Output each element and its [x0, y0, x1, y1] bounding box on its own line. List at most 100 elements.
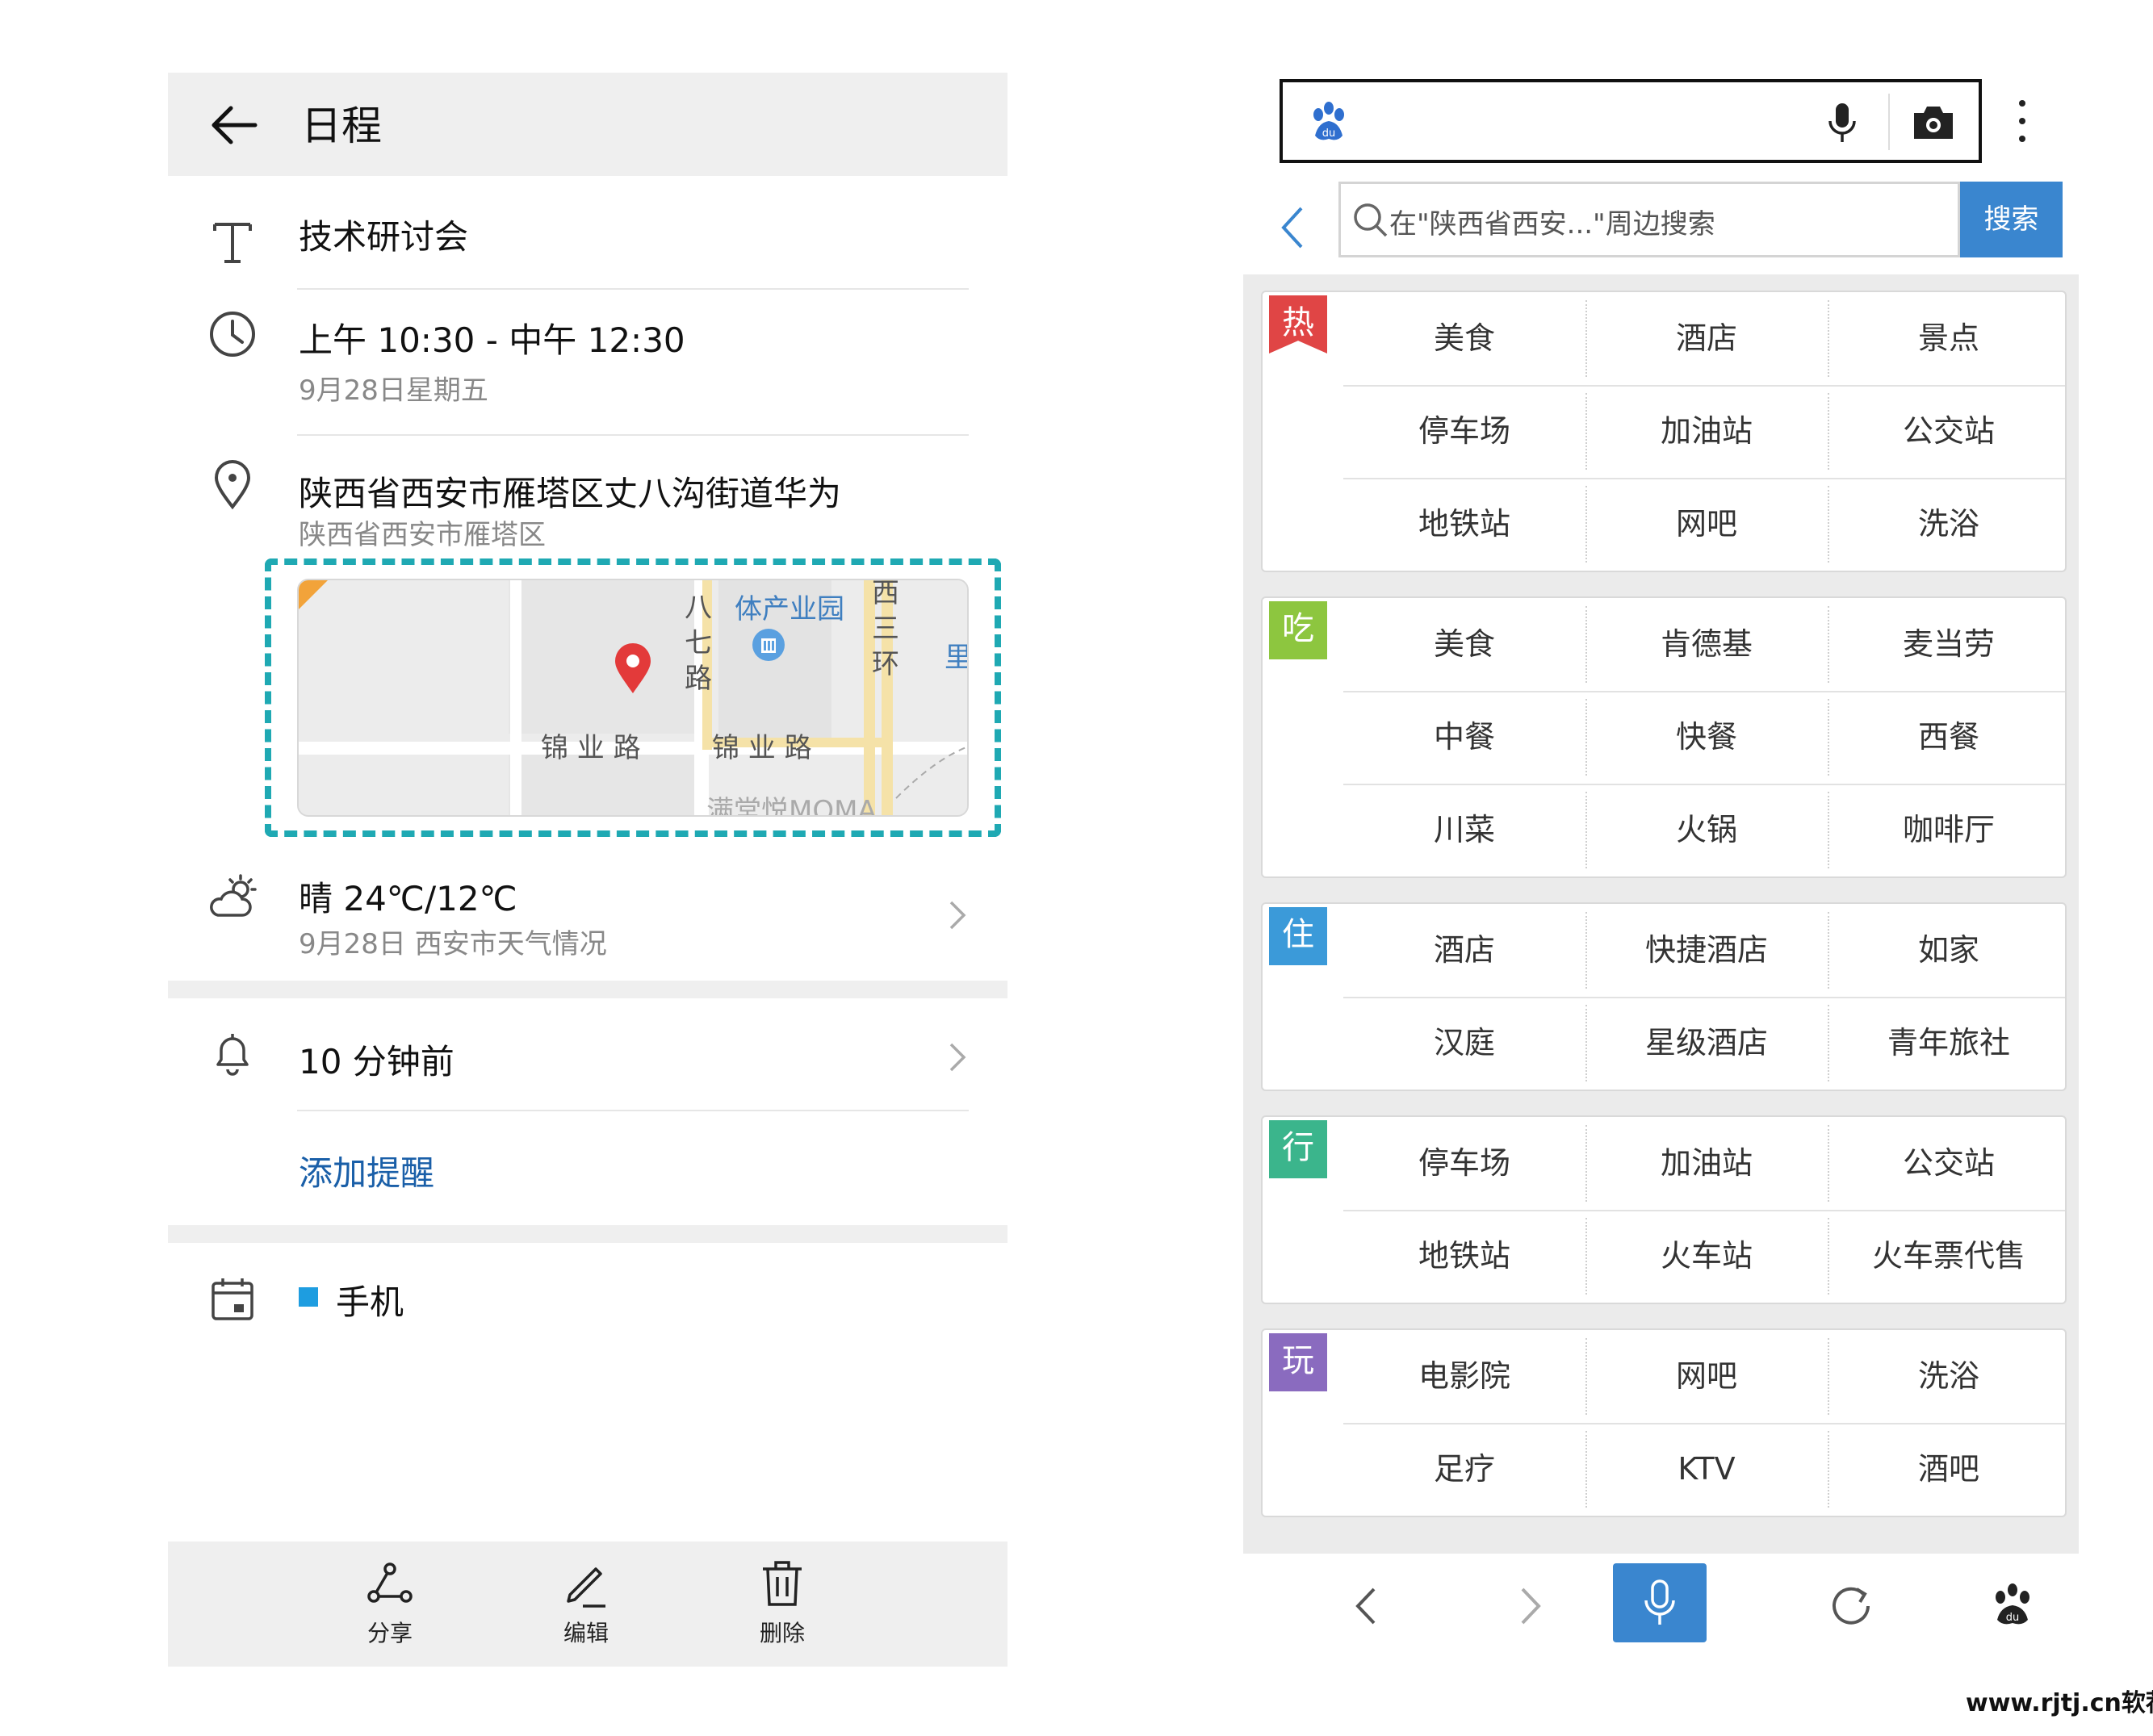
- baidu-paw-icon: du: [1313, 102, 1344, 140]
- microphone-icon: [1644, 1579, 1675, 1625]
- column-divider: [1828, 912, 1829, 989]
- svg-text:du: du: [1322, 128, 1336, 140]
- back-chevron-icon[interactable]: [1274, 202, 1313, 253]
- title-text-icon: [213, 223, 252, 263]
- divider: [297, 434, 969, 436]
- category-item[interactable]: 加油站: [1585, 385, 1828, 478]
- chevron-right-icon[interactable]: [941, 1038, 974, 1077]
- share-label: 分享: [367, 1620, 413, 1646]
- nav-back-icon[interactable]: [1330, 1570, 1403, 1642]
- category-item[interactable]: 停车场: [1343, 385, 1585, 478]
- more-options-icon[interactable]: [2014, 95, 2030, 147]
- nearby-search-row: 在"陕西省西安..."周边搜索 搜索: [1243, 182, 2079, 270]
- category-item[interactable]: 中餐: [1343, 691, 1585, 784]
- category-item[interactable]: 地铁站: [1343, 478, 1585, 571]
- category-item[interactable]: 星级酒店: [1585, 997, 1828, 1090]
- add-reminder-link[interactable]: 添加提醒: [299, 1146, 434, 1195]
- event-time[interactable]: 上午 10:30 - 中午 12:30: [299, 313, 685, 362]
- event-location-sub: 陕西省西安市雁塔区: [299, 519, 546, 551]
- category-item[interactable]: 洗浴: [1828, 478, 2070, 571]
- share-button[interactable]: 分享: [337, 1558, 442, 1654]
- nav-forward-icon[interactable]: [1493, 1570, 1566, 1642]
- chevron-right-icon[interactable]: [941, 896, 974, 935]
- page-title: 日程: [301, 102, 382, 149]
- column-divider: [1585, 1338, 1587, 1415]
- column-divider: [1585, 1431, 1587, 1508]
- category-item[interactable]: 西餐: [1828, 691, 2070, 784]
- search-button[interactable]: 搜索: [1960, 182, 2063, 257]
- weather-detail: 9月28日 西安市天气情况: [299, 928, 607, 960]
- share-icon: [367, 1562, 413, 1603]
- column-divider: [1585, 606, 1587, 683]
- category-item[interactable]: 停车场: [1343, 1117, 1585, 1210]
- category-item[interactable]: 火车票代售: [1828, 1210, 2070, 1303]
- column-divider: [1828, 1125, 1829, 1202]
- category-item[interactable]: 肯德基: [1585, 598, 1828, 691]
- category-item[interactable]: 美食: [1343, 292, 1585, 385]
- category-item[interactable]: 美食: [1343, 598, 1585, 691]
- event-location[interactable]: 陕西省西安市雁塔区丈八沟街道华为: [299, 466, 841, 516]
- category-item[interactable]: 电影院: [1343, 1330, 1585, 1423]
- event-name[interactable]: 技术研讨会: [299, 210, 468, 259]
- category-item[interactable]: 麦当劳: [1828, 598, 2070, 691]
- category-item[interactable]: 酒吧: [1828, 1423, 2070, 1516]
- microphone-icon[interactable]: [1822, 100, 1862, 145]
- bell-icon: [216, 1034, 249, 1076]
- nearby-search-input[interactable]: 在"陕西省西安..."周边搜索: [1338, 182, 1960, 257]
- row-divider: [1343, 385, 2065, 387]
- category-item[interactable]: 如家: [1828, 904, 2070, 997]
- category-item[interactable]: 咖啡厅: [1828, 784, 2070, 876]
- category-item[interactable]: 青年旅社: [1828, 997, 2070, 1090]
- search-placeholder: 在"陕西省西安..."周边搜索: [1389, 208, 1715, 241]
- category-item[interactable]: 酒店: [1343, 904, 1585, 997]
- schedule-screen: 日程 技术研讨会 上午 10:30 - 中午 12:30 9月28日星期五 陕西…: [168, 73, 1007, 1667]
- edit-button[interactable]: 编辑: [534, 1558, 639, 1654]
- back-arrow-icon[interactable]: [207, 97, 263, 153]
- category-item[interactable]: 公交站: [1828, 385, 2070, 478]
- category-item[interactable]: 快捷酒店: [1585, 904, 1828, 997]
- refresh-icon[interactable]: [1815, 1570, 1887, 1642]
- weather-summary[interactable]: 晴 24℃/12℃: [299, 872, 517, 921]
- category-item[interactable]: 火锅: [1585, 784, 1828, 876]
- row-divider: [1343, 1423, 2065, 1424]
- column-divider: [1585, 1005, 1587, 1081]
- column-divider: [1585, 699, 1587, 776]
- column-divider: [1828, 1218, 1829, 1295]
- camera-icon[interactable]: [1911, 102, 1956, 142]
- voice-search-button[interactable]: [1613, 1563, 1707, 1642]
- category-tag: 吃: [1269, 601, 1327, 659]
- delete-button[interactable]: 删除: [730, 1558, 835, 1654]
- category-item[interactable]: 快餐: [1585, 691, 1828, 784]
- category-card: 热美食 酒店 景点停车场 加油站 公交站地铁站 网吧 洗浴: [1261, 291, 2067, 572]
- reminder-time[interactable]: 10 分钟前: [299, 1035, 454, 1084]
- category-card: 玩电影院 网吧 洗浴 足疗 KTV 酒吧: [1261, 1328, 2067, 1517]
- category-item[interactable]: KTV: [1585, 1423, 1828, 1516]
- category-item[interactable]: 足疗: [1343, 1423, 1585, 1516]
- category-item[interactable]: 火车站: [1585, 1210, 1828, 1303]
- category-item[interactable]: 地铁站: [1343, 1210, 1585, 1303]
- category-item[interactable]: 加油站: [1585, 1117, 1828, 1210]
- category-item[interactable]: 洗浴: [1828, 1330, 2070, 1423]
- category-item[interactable]: 景点: [1828, 292, 2070, 385]
- search-icon: [1354, 203, 1388, 237]
- calendar-name[interactable]: 手机: [336, 1275, 404, 1324]
- category-item[interactable]: 川菜: [1343, 784, 1585, 876]
- category-item[interactable]: 网吧: [1585, 478, 1828, 571]
- column-divider: [1828, 1005, 1829, 1081]
- edit-label: 编辑: [563, 1620, 609, 1646]
- category-item[interactable]: 网吧: [1585, 1330, 1828, 1423]
- divider: [297, 1110, 969, 1111]
- category-list: 热美食 酒店 景点 停车场 加油站 公交站 地铁站 网吧 洗浴吃美食 肯德基 麦当劳 中餐 快餐 西餐 川菜…: [1243, 274, 2079, 1554]
- category-item[interactable]: 汉庭: [1343, 997, 1585, 1090]
- baidu-home-icon[interactable]: du: [1976, 1570, 2049, 1642]
- column-divider: [1828, 1338, 1829, 1415]
- category-item[interactable]: 酒店: [1585, 292, 1828, 385]
- category-card: 行停车场 加油站 公交站 地铁站 火车站 火车票代售: [1261, 1115, 2067, 1304]
- category-tag: 热: [1269, 295, 1327, 353]
- map-label-bottom: 满堂悦MOMA: [706, 795, 877, 817]
- address-bar[interactable]: du: [1280, 79, 1982, 163]
- category-item[interactable]: 公交站: [1828, 1117, 2070, 1210]
- map-label-ring-road: 西 三 环: [872, 579, 899, 680]
- column-divider: [1828, 699, 1829, 776]
- location-map[interactable]: 体产业园 八 七 路 西 三 环 里 锦 业 路 锦 业 路 满堂悦MOMA: [297, 579, 969, 817]
